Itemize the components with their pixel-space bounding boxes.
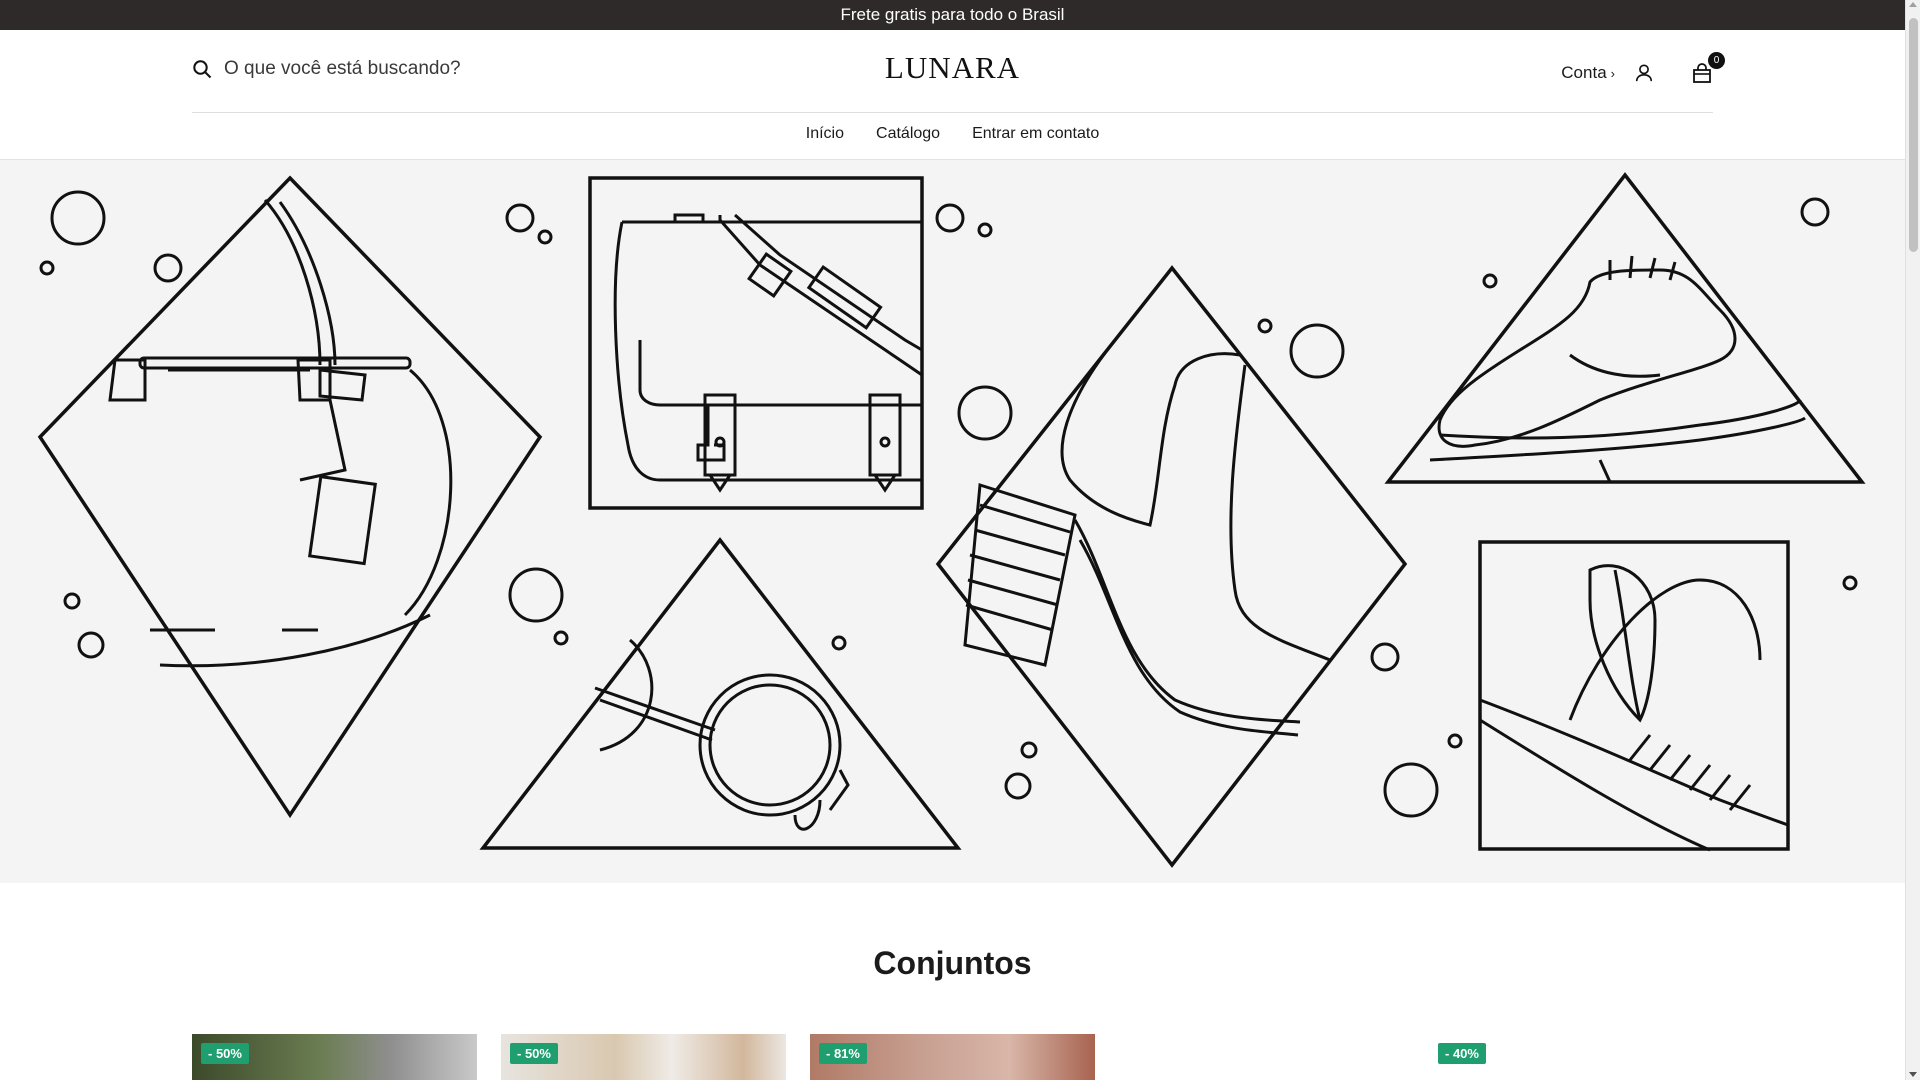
search-placeholder: O que você está buscando? [224,58,461,79]
account-link[interactable]: Conta › [1561,63,1615,83]
nav-item-contato[interactable]: Entrar em contato [972,125,1099,143]
handbag-diamond [37,175,543,819]
shoe-triangle [1384,172,1866,484]
account-label: Conta [1561,63,1607,82]
messenger-bag-square [588,176,924,510]
discount-badge: - 50% [510,1043,558,1064]
discount-badge: - 40% [1438,1043,1486,1064]
search-input[interactable]: O que você está buscando? [192,58,461,80]
product-grid: - 50% - 50% - 81% - 40% [192,1034,1714,1080]
cart-button[interactable]: 0 [1689,52,1725,86]
cart-count-badge: 0 [1708,52,1725,69]
scroll-up-arrow-icon[interactable] [1909,2,1917,7]
discount-badge: - 50% [201,1043,249,1064]
hero-illustration [37,172,1866,868]
account-button[interactable] [1631,60,1657,86]
scroll-down-arrow-icon[interactable] [1909,1072,1917,1077]
site-header: O que você está buscando? LUNARA Conta ›… [0,30,1905,160]
account-chevron: › [1610,65,1615,81]
boot-diamond [935,265,1408,868]
user-icon [1635,64,1653,82]
announcement-bar: Frete gratis para todo o Brasil [0,0,1905,30]
announcement-text: Frete gratis para todo o Brasil [840,5,1065,24]
header-divider [192,112,1713,113]
main-navigation: Início Catálogo Entrar em contato [0,125,1905,143]
page-scrollbar[interactable] [1905,0,1920,1080]
hero-banner[interactable] [0,160,1905,883]
scrollbar-thumb[interactable] [1909,18,1918,252]
product-card[interactable]: - 40% [1429,1034,1714,1080]
search-icon [193,60,212,79]
product-card[interactable]: - 50% [501,1034,786,1080]
product-card[interactable]: - 81% [810,1034,1095,1080]
feather-hat-square [1478,540,1790,852]
decorative-bubbles [39,190,1858,818]
header-actions: Conta › 0 [1561,52,1725,86]
nav-item-inicio[interactable]: Início [806,125,844,143]
glasses-triangle [479,537,962,850]
nav-item-catalogo[interactable]: Catálogo [876,125,940,143]
collection-title: Conjuntos [873,945,1032,981]
site-logo[interactable]: LUNARA [885,50,1020,85]
discount-badge: - 81% [819,1043,867,1064]
product-card[interactable]: - 50% [192,1034,477,1080]
